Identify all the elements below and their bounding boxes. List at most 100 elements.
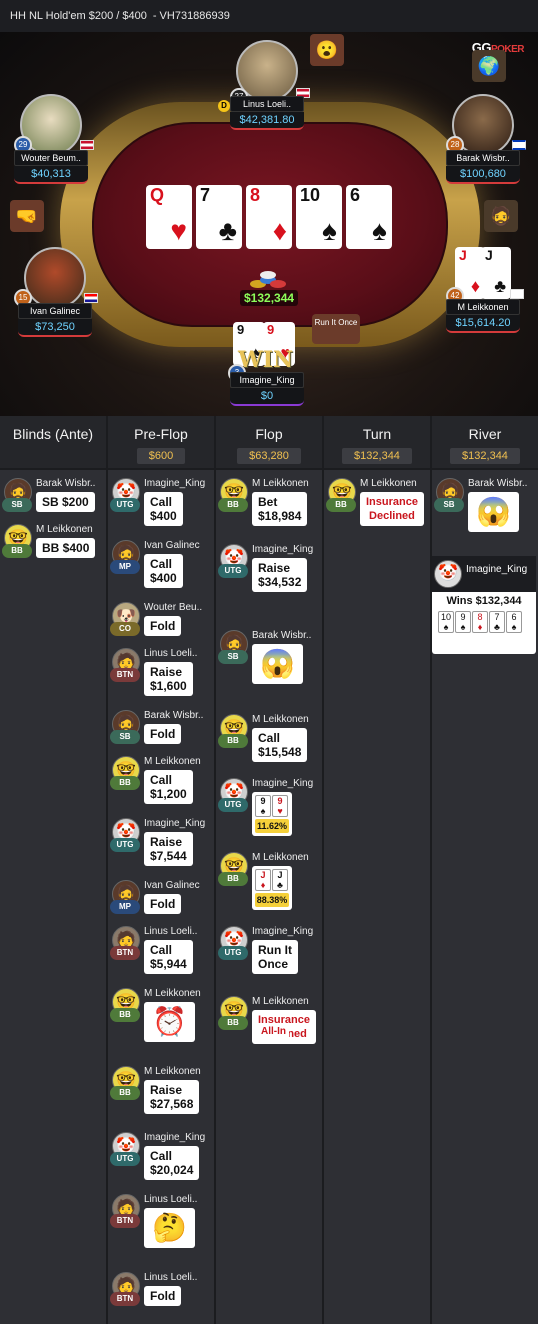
player-stack: $0 xyxy=(230,388,304,406)
seat-right-top[interactable]: 28 Barak Wisbr.. $100,680 xyxy=(446,94,526,184)
position-badge: BTN xyxy=(110,946,140,960)
position-badge: BTN xyxy=(110,1214,140,1228)
emoji-reaction-icon: 🤔 xyxy=(144,1208,195,1248)
game-title: HH NL Hold'em $200 / $400 xyxy=(10,10,147,22)
player-name: Imagine_King xyxy=(252,544,314,555)
seat-hero[interactable]: 3 Imagine_King $0 xyxy=(228,364,304,406)
position-badge: BB xyxy=(110,776,140,790)
position-badge: BB xyxy=(218,1016,248,1030)
seat-right-mid[interactable]: J ♦ J ♣ 42 M Leikkonen $15,614.20 xyxy=(446,247,524,333)
column-pot: $132,344 xyxy=(450,448,520,464)
column-preflop: Pre-Flop $600 🤡 UTG Imagine_King Call $400 🧔 M… xyxy=(108,416,216,1324)
player-name: Ivan Galinec xyxy=(144,540,200,551)
winner-panel: 🤡 Imagine_King Wins $132,344 10 ♠9 ♠8 ♦7 ♣6 ♠ xyxy=(432,556,536,654)
column-header: Flop $63,280 xyxy=(216,416,322,470)
action-label: Call $400 xyxy=(144,554,183,588)
column-header: Blinds (Ante) xyxy=(0,416,106,470)
player-name: Ivan Galinec xyxy=(18,303,92,319)
player-name: M Leikkonen xyxy=(144,988,201,999)
equity-percent: 11.62% xyxy=(255,819,289,833)
mini-card: 9 ♠ xyxy=(455,611,471,633)
position-badge: SB xyxy=(110,730,140,744)
pot-amount: $132,344 xyxy=(240,290,299,306)
player-name: Imagine_King xyxy=(230,372,304,388)
position-badge: SB xyxy=(434,498,464,512)
player-name: M Leikkonen xyxy=(252,852,309,863)
column-title: Flop xyxy=(255,426,283,442)
player-name: Linus Loeli.. xyxy=(144,926,198,937)
column-flop: Flop $63,280 🤓 BB M Leikkonen Bet $18,984 🤡 UT… xyxy=(216,416,324,1324)
player-name: Barak Wisbr.. xyxy=(468,478,528,489)
mini-card: 8 ♦ xyxy=(472,611,488,633)
mini-card: 10 ♠ xyxy=(438,611,454,633)
action-label: Raise $27,568 xyxy=(144,1080,200,1114)
column-header: River $132,344 xyxy=(432,416,538,470)
flag-icon xyxy=(80,140,94,150)
player-name: Imagine_King xyxy=(144,818,206,829)
action-label: Call $20,024 xyxy=(144,1146,200,1180)
dealer-button-icon: D xyxy=(218,100,230,112)
column-header: Turn $132,344 xyxy=(324,416,430,470)
player-stack: $73,250 xyxy=(18,319,92,337)
player-name: M Leikkonen xyxy=(252,478,309,489)
winner-name: Imagine_King xyxy=(466,564,528,575)
column-pot: $63,280 xyxy=(237,448,301,464)
action-label: Raise $1,600 xyxy=(144,662,193,696)
win-banner: WIN xyxy=(238,347,294,373)
position-badge: SB xyxy=(2,498,32,512)
position-badge: BTN xyxy=(110,668,140,682)
player-name: Barak Wisbr.. xyxy=(36,478,96,489)
emoji-reaction-icon: 😮 xyxy=(310,34,344,66)
mini-card: 7 ♣ xyxy=(489,611,505,633)
mini-card: 9 ♥ xyxy=(272,795,288,817)
column-title: River xyxy=(468,426,502,442)
player-name: Wouter Beum.. xyxy=(14,150,88,166)
column-turn: Turn $132,344 🤓 BB M Leikkonen Insurance Dec… xyxy=(324,416,432,1324)
avatar xyxy=(24,247,86,309)
action-label: Raise $7,544 xyxy=(144,832,193,866)
position-badge: UTG xyxy=(218,798,248,812)
action-label: Bet $18,984 xyxy=(252,492,308,526)
action-label: Run It Once xyxy=(252,940,298,974)
seat-top[interactable]: 27 D Linus Loeli.. $42,381.80 xyxy=(218,40,310,130)
position-badge: UTG xyxy=(110,1152,140,1166)
position-badge: UTG xyxy=(110,498,140,512)
column-header: Pre-Flop $600 xyxy=(108,416,214,470)
column-river: River $132,344 🧔 SB Barak Wisbr.. 😱 xyxy=(432,416,538,1324)
action-label: Fold xyxy=(144,894,182,914)
action-label: InsuranceDeclined xyxy=(360,492,424,526)
hand-id: - VH731886939 xyxy=(152,10,230,22)
seat-left-top[interactable]: 29 Wouter Beum.. $40,313 xyxy=(14,94,94,184)
position-badge: BTN xyxy=(110,1292,140,1306)
position-badge: BB xyxy=(110,1008,140,1022)
thumbs-emoji-icon: 🤜 xyxy=(10,200,44,232)
player-name: M Leikkonen xyxy=(360,478,417,489)
action-label: Call $15,548 xyxy=(252,728,308,762)
run-it-once-badge: Run It Once xyxy=(312,314,360,344)
board-card: 8 ♦ xyxy=(246,185,292,249)
hole-card: J ♣ xyxy=(481,247,511,299)
player-stack: $100,680 xyxy=(446,166,520,184)
position-badge: BB xyxy=(110,1086,140,1100)
player-name: Ivan Galinec xyxy=(144,880,200,891)
action-label: Fold xyxy=(144,616,182,636)
seat-left-mid[interactable]: 15 Ivan Galinec $73,250 xyxy=(14,247,98,337)
player-emoji-icon: 🧔 xyxy=(484,200,518,232)
flag-icon xyxy=(84,293,98,303)
mini-card: J ♣ xyxy=(272,869,288,891)
emoji-reaction-icon: 😱 xyxy=(252,644,303,684)
action-label: SB $200 xyxy=(36,492,95,512)
winner-amount: Wins $132,344 xyxy=(446,595,522,607)
player-name: Imagine_King xyxy=(252,778,314,789)
player-name: M Leikkonen xyxy=(252,996,309,1007)
position-badge: UTG xyxy=(218,564,248,578)
avatar: 🤡 xyxy=(434,560,462,588)
winning-hand: 10 ♠9 ♠8 ♦7 ♣6 ♠ xyxy=(432,607,536,635)
position-badge: MP xyxy=(110,560,140,574)
equity-cards: 9 ♠9 ♥ 11.62% xyxy=(252,792,292,836)
player-name: M Leikkonen xyxy=(144,756,201,767)
player-name: M Leikkonen xyxy=(144,1066,201,1077)
mini-card: 6 ♠ xyxy=(506,611,522,633)
player-name: Linus Loeli.. xyxy=(230,96,304,112)
player-name: Barak Wisbr.. xyxy=(446,150,520,166)
